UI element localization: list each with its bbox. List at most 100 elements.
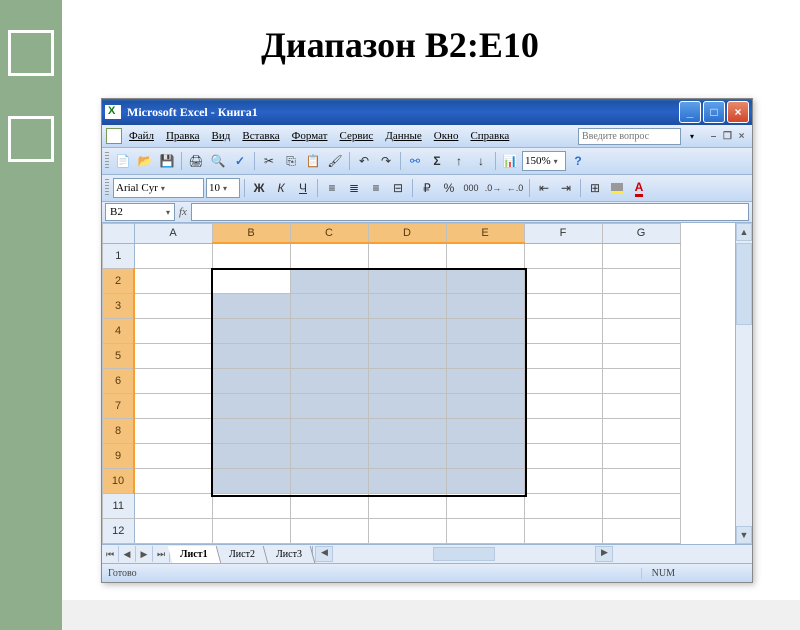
cell-C12[interactable] <box>290 519 368 544</box>
cut-icon[interactable]: ✂ <box>259 151 279 171</box>
underline-button[interactable]: Ч <box>293 178 313 198</box>
row-header-10[interactable]: 10 <box>103 469 135 494</box>
menu-help[interactable]: Справка <box>465 128 514 144</box>
cell-E9[interactable] <box>446 444 524 469</box>
redo-icon[interactable]: ↷ <box>376 151 396 171</box>
sheet-tab-Лист1[interactable]: Лист1 <box>168 546 221 563</box>
help-search-input[interactable] <box>578 128 681 145</box>
cell-G3[interactable] <box>602 294 680 319</box>
cell-C4[interactable] <box>290 319 368 344</box>
fill-color-icon[interactable] <box>607 178 627 198</box>
cell-C10[interactable] <box>290 469 368 494</box>
menu-format[interactable]: Формат <box>287 128 333 144</box>
align-center-icon[interactable]: ≣ <box>344 178 364 198</box>
cell-G6[interactable] <box>602 369 680 394</box>
menu-view[interactable]: Вид <box>207 128 236 144</box>
cell-C7[interactable] <box>290 394 368 419</box>
autosum-icon[interactable]: Σ <box>427 151 447 171</box>
cell-E11[interactable] <box>446 494 524 519</box>
comma-icon[interactable]: 000 <box>461 178 481 198</box>
cell-A1[interactable] <box>134 243 212 269</box>
cell-G2[interactable] <box>602 269 680 294</box>
column-header-F[interactable]: F <box>524 224 602 244</box>
cell-G4[interactable] <box>602 319 680 344</box>
cell-B6[interactable] <box>212 369 290 394</box>
cell-F11[interactable] <box>524 494 602 519</box>
sheet-tab-Лист3[interactable]: Лист3 <box>263 546 315 563</box>
cell-E8[interactable] <box>446 419 524 444</box>
menu-insert[interactable]: Вставка <box>237 128 284 144</box>
close-button[interactable]: × <box>727 101 749 123</box>
cell-F3[interactable] <box>524 294 602 319</box>
row-header-1[interactable]: 1 <box>103 243 135 269</box>
row-header-8[interactable]: 8 <box>103 419 135 444</box>
spreadsheet-grid[interactable]: ABCDEFG123456789101112 <box>102 223 681 544</box>
cell-B1[interactable] <box>212 243 290 269</box>
cell-E5[interactable] <box>446 344 524 369</box>
cell-C5[interactable] <box>290 344 368 369</box>
cell-F1[interactable] <box>524 243 602 269</box>
horizontal-scrollbar[interactable]: ◀ ▶ <box>313 546 752 562</box>
undo-icon[interactable]: ↶ <box>354 151 374 171</box>
column-header-D[interactable]: D <box>368 224 446 244</box>
titlebar[interactable]: Microsoft Excel - Книга1 _ □ × <box>102 99 752 125</box>
cell-A3[interactable] <box>134 294 212 319</box>
cell-A5[interactable] <box>134 344 212 369</box>
increase-indent-icon[interactable]: ⇥ <box>556 178 576 198</box>
decrease-decimal-icon[interactable]: ←.0 <box>505 178 525 198</box>
cell-D4[interactable] <box>368 319 446 344</box>
sheet-tab-Лист2[interactable]: Лист2 <box>216 546 268 563</box>
row-header-6[interactable]: 6 <box>103 369 135 394</box>
sort-desc-icon[interactable]: ↓ <box>471 151 491 171</box>
cell-D6[interactable] <box>368 369 446 394</box>
cell-F4[interactable] <box>524 319 602 344</box>
scroll-left-arrow[interactable]: ◀ <box>315 546 333 562</box>
cell-E10[interactable] <box>446 469 524 494</box>
open-icon[interactable]: 📂 <box>135 151 155 171</box>
cell-B11[interactable] <box>212 494 290 519</box>
font-family-dropdown[interactable]: Arial Cyr▾ <box>113 178 204 198</box>
cell-F8[interactable] <box>524 419 602 444</box>
cell-D12[interactable] <box>368 519 446 544</box>
cell-B3[interactable] <box>212 294 290 319</box>
row-header-4[interactable]: 4 <box>103 319 135 344</box>
column-header-A[interactable]: A <box>134 224 212 244</box>
save-icon[interactable]: 💾 <box>157 151 177 171</box>
increase-decimal-icon[interactable]: .0→ <box>483 178 503 198</box>
row-header-5[interactable]: 5 <box>103 344 135 369</box>
column-header-G[interactable]: G <box>602 224 680 244</box>
cell-B10[interactable] <box>212 469 290 494</box>
menu-file[interactable]: Файл <box>124 128 159 144</box>
select-all-corner[interactable] <box>103 224 135 244</box>
doc-close-button[interactable]: × <box>735 130 748 143</box>
font-color-icon[interactable]: A <box>629 178 649 198</box>
align-right-icon[interactable]: ≡ <box>366 178 386 198</box>
column-header-C[interactable]: C <box>290 224 368 244</box>
cell-D11[interactable] <box>368 494 446 519</box>
maximize-button[interactable]: □ <box>703 101 725 123</box>
cell-D2[interactable] <box>368 269 446 294</box>
align-left-icon[interactable]: ≡ <box>322 178 342 198</box>
formula-input[interactable] <box>191 203 749 221</box>
column-header-E[interactable]: E <box>446 224 524 244</box>
minimize-button[interactable]: _ <box>679 101 701 123</box>
cell-G7[interactable] <box>602 394 680 419</box>
cell-D1[interactable] <box>368 243 446 269</box>
row-header-9[interactable]: 9 <box>103 444 135 469</box>
name-box[interactable]: B2▾ <box>105 203 175 221</box>
cell-B12[interactable] <box>212 519 290 544</box>
cell-A4[interactable] <box>134 319 212 344</box>
print-icon[interactable]: 🖨 <box>186 151 206 171</box>
cell-C1[interactable] <box>290 243 368 269</box>
cell-F9[interactable] <box>524 444 602 469</box>
row-header-2[interactable]: 2 <box>103 269 135 294</box>
zoom-dropdown[interactable]: 150%▾ <box>522 151 566 171</box>
cell-A8[interactable] <box>134 419 212 444</box>
row-header-12[interactable]: 12 <box>103 519 135 544</box>
cell-C2[interactable] <box>290 269 368 294</box>
sort-asc-icon[interactable]: ↑ <box>449 151 469 171</box>
cell-A6[interactable] <box>134 369 212 394</box>
cell-A9[interactable] <box>134 444 212 469</box>
cell-G12[interactable] <box>602 519 680 544</box>
row-header-11[interactable]: 11 <box>103 494 135 519</box>
